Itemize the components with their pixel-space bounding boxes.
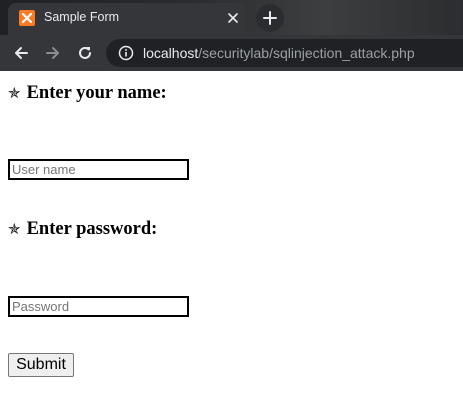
forward-button[interactable] [42, 42, 64, 64]
url-path: /securitylab/sqlinjection_attack.php [198, 45, 415, 61]
name-heading-text: Enter your name: [26, 83, 167, 103]
page-content: ✯ Enter your name: ✯ Enter password: Sub… [0, 71, 463, 405]
plus-icon [263, 11, 277, 25]
close-tab-icon[interactable] [224, 9, 242, 27]
url-text: localhost/securitylab/sqlinjection_attac… [143, 45, 415, 61]
browser-chrome: Sample Form localhost/securitylab/sqlinj… [0, 0, 463, 71]
submit-button[interactable]: Submit [8, 353, 74, 377]
arrow-left-icon [15, 47, 28, 59]
xampp-icon [19, 10, 35, 26]
name-heading: ✯ Enter your name: [8, 83, 167, 104]
tab-strip: Sample Form [0, 0, 463, 35]
tab-title: Sample Form [44, 10, 120, 24]
address-bar[interactable]: localhost/securitylab/sqlinjection_attac… [106, 39, 463, 67]
star-icon: ✯ [8, 222, 21, 238]
browser-tab[interactable]: Sample Form [8, 3, 246, 35]
star-icon: ✯ [8, 86, 21, 102]
url-host: localhost [143, 45, 199, 61]
username-input[interactable] [8, 159, 189, 180]
new-tab-button[interactable] [256, 4, 284, 32]
reload-icon [79, 46, 91, 59]
reload-button[interactable] [74, 42, 96, 64]
password-input[interactable] [8, 296, 189, 317]
password-heading-text: Enter password: [26, 219, 158, 239]
back-button[interactable] [10, 42, 32, 64]
info-icon[interactable] [118, 45, 134, 61]
browser-toolbar: localhost/securitylab/sqlinjection_attac… [0, 35, 463, 71]
password-heading: ✯ Enter password: [8, 219, 157, 240]
arrow-right-icon [46, 47, 59, 59]
